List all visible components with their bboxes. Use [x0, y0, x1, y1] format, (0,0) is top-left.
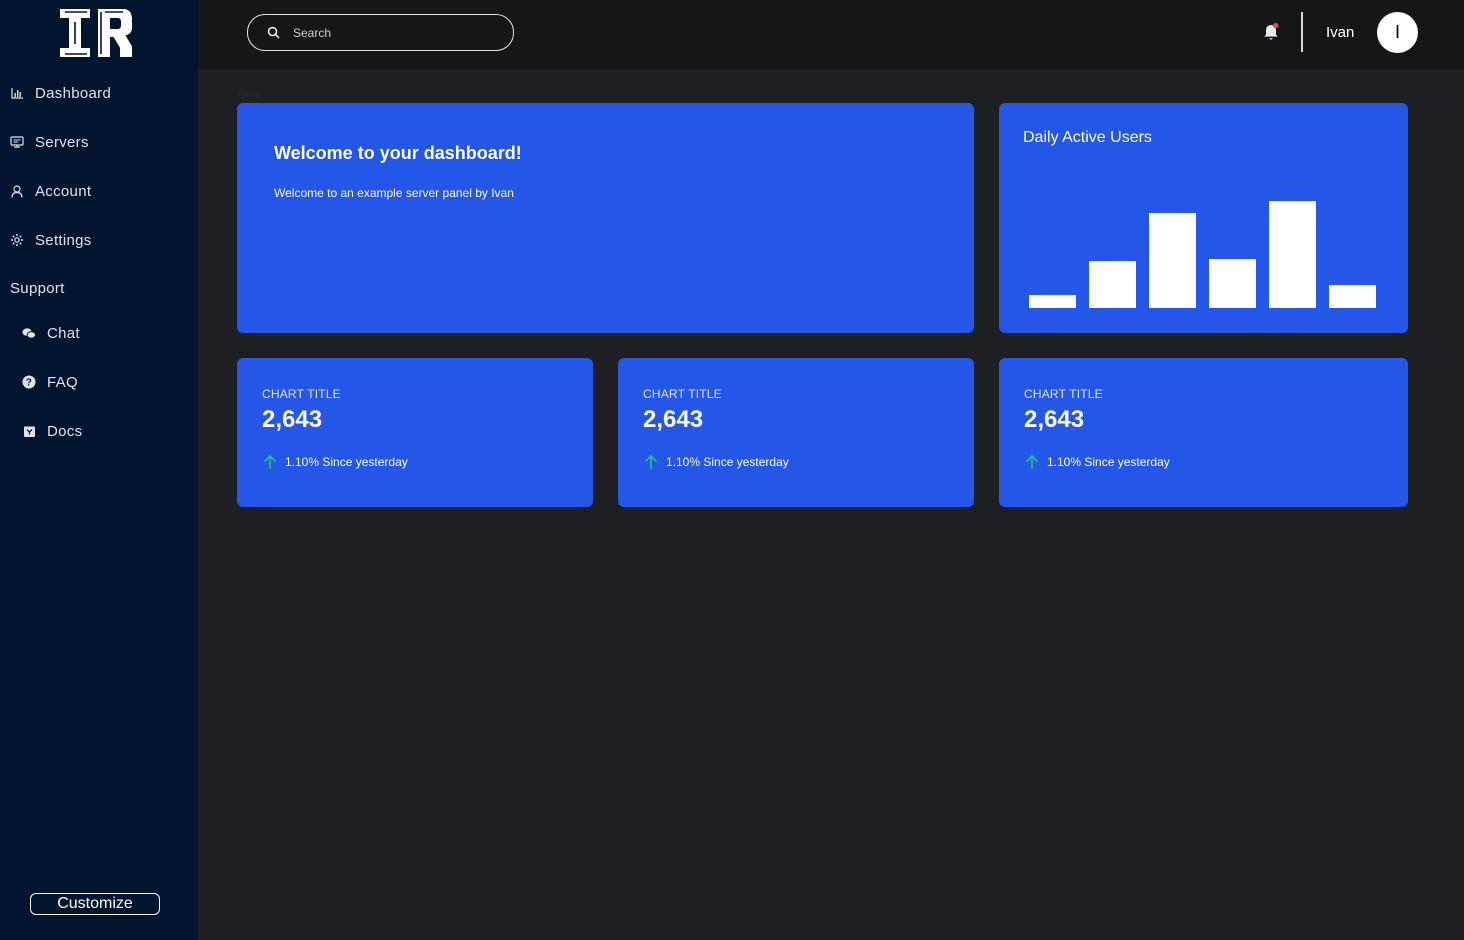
arrow-up-icon: [262, 454, 278, 470]
search-input[interactable]: [291, 24, 495, 41]
gear-icon: [10, 233, 24, 247]
stat-card: CHART TITLE 2,643 1.10% Since yesterday: [618, 358, 974, 507]
stat-card: CHART TITLE 2,643 1.10% Since yesterday: [237, 358, 593, 507]
stat-delta: 1.10% Since yesterday: [643, 454, 789, 470]
sidebar-item-account[interactable]: Account: [10, 180, 91, 202]
stat-delta-text: 1.10% Since yesterday: [1047, 455, 1170, 469]
stat-title: CHART TITLE: [1024, 387, 1103, 401]
chart-bar: [1329, 285, 1376, 308]
welcome-subtitle: Welcome to an example server panel by Iv…: [274, 186, 514, 200]
stat-delta: 1.10% Since yesterday: [1024, 454, 1170, 470]
stat-title: CHART TITLE: [643, 387, 722, 401]
logo[interactable]: [57, 6, 135, 60]
sidebar-item-label: Chat: [47, 324, 80, 342]
support-section-label: Support: [10, 280, 65, 297]
topbar: Ivan I: [198, 0, 1464, 69]
stat-value: 2,643: [643, 406, 704, 433]
chart-bar: [1209, 259, 1256, 308]
welcome-card: Welcome to your dashboard! Welcome to an…: [237, 103, 974, 333]
username[interactable]: Ivan: [1326, 24, 1354, 41]
stat-value: 2,643: [262, 406, 323, 433]
sidebar-item-label: FAQ: [47, 373, 78, 391]
stat-delta: 1.10% Since yesterday: [262, 454, 408, 470]
notification-dot: [1273, 22, 1279, 29]
bar-chart-icon: [10, 86, 24, 100]
svg-text:?: ?: [26, 378, 32, 389]
sidebar-item-servers[interactable]: Servers: [10, 131, 89, 153]
chat-icon: [22, 326, 36, 340]
sidebar-item-chat[interactable]: Chat: [22, 322, 80, 344]
sidebar: Dashboard Servers Account Settings Suppo…: [0, 0, 198, 940]
chart-bar: [1029, 295, 1076, 308]
sidebar-item-label: Settings: [35, 231, 92, 249]
chart-bar: [1149, 213, 1196, 308]
chart-bar: [1269, 201, 1316, 308]
welcome-title: Welcome to your dashboard!: [274, 143, 522, 163]
sidebar-item-faq[interactable]: ? FAQ: [22, 371, 78, 393]
docs-icon: [22, 424, 36, 438]
search-bar[interactable]: [247, 14, 514, 51]
sidebar-item-label: Servers: [35, 133, 89, 151]
sidebar-item-dashboard[interactable]: Dashboard: [10, 82, 111, 104]
customize-button[interactable]: Customize: [30, 893, 160, 915]
avatar[interactable]: I: [1377, 12, 1418, 53]
topbar-divider: [1301, 12, 1303, 52]
stat-title: CHART TITLE: [262, 387, 341, 401]
monitor-icon: [10, 135, 24, 149]
stat-card: CHART TITLE 2,643 1.10% Since yesterday: [999, 358, 1408, 507]
arrow-up-icon: [1024, 454, 1040, 470]
chart-bar: [1089, 261, 1136, 308]
user-icon: [10, 184, 24, 198]
sidebar-item-label: Docs: [47, 422, 83, 440]
sidebar-item-docs[interactable]: Docs: [22, 420, 82, 442]
stat-value: 2,643: [1024, 406, 1085, 433]
daily-active-users-chart: [1029, 201, 1376, 308]
stat-delta-text: 1.10% Since yesterday: [666, 455, 789, 469]
bell-icon[interactable]: [1262, 22, 1280, 42]
question-icon: ?: [22, 375, 36, 389]
arrow-up-icon: [643, 454, 659, 470]
sidebar-item-label: Account: [35, 182, 92, 200]
stat-delta-text: 1.10% Since yesterday: [285, 455, 408, 469]
breadcrumb: Home: [237, 89, 262, 99]
sidebar-item-settings[interactable]: Settings: [10, 229, 92, 251]
sidebar-item-label: Dashboard: [35, 84, 112, 102]
search-icon: [267, 26, 281, 40]
daily-active-users-card: Daily Active Users: [999, 103, 1408, 333]
